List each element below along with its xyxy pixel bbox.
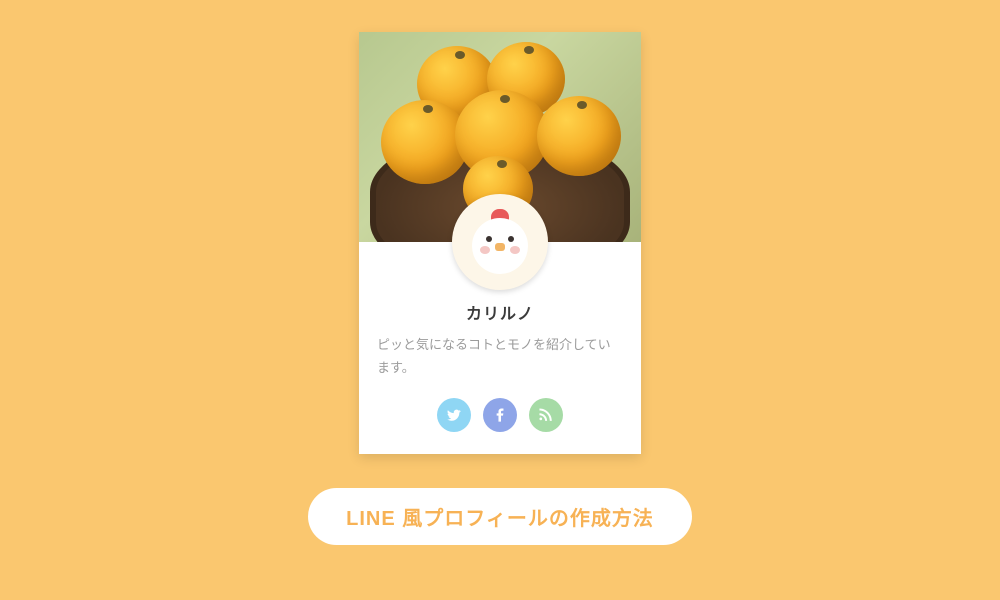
profile-bio: ピッと気になるコトとモノを紹介しています。 <box>377 334 623 380</box>
twitter-icon[interactable] <box>437 398 471 432</box>
cta-pill: LINE 風プロフィールの作成方法 <box>308 488 692 545</box>
cta-label: LINE 風プロフィールの作成方法 <box>346 508 654 530</box>
avatar <box>452 194 548 290</box>
rss-icon[interactable] <box>529 398 563 432</box>
chicken-icon <box>465 207 535 277</box>
profile-card: カリルノ ピッと気になるコトとモノを紹介しています。 <box>359 32 641 454</box>
social-row <box>377 398 623 432</box>
profile-name: カリルノ <box>377 300 623 324</box>
facebook-icon[interactable] <box>483 398 517 432</box>
